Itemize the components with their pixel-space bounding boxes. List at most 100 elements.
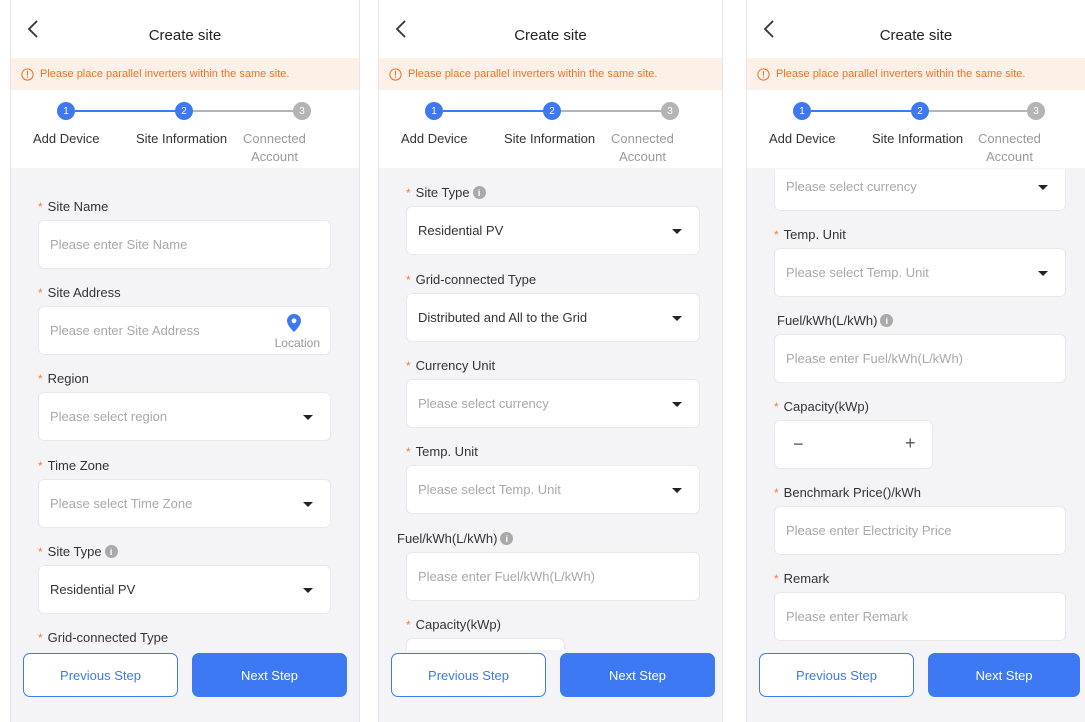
bottom-actions: Previous Step Next Step <box>379 650 722 722</box>
site-type-label: * Site Type i <box>406 185 486 200</box>
step-1-dot: 1 <box>425 102 443 120</box>
header: Create site Please place parallel invert… <box>11 0 359 168</box>
remark-input[interactable]: Please enter Remark <box>774 592 1066 641</box>
form-area: * Site Name Please enter Site Name * Site … <box>11 169 359 650</box>
caret-down-icon <box>1038 185 1048 190</box>
next-step-button[interactable]: Next Step <box>928 653 1080 697</box>
step-2-label: Site Information <box>136 131 228 146</box>
step-3-label: Connected Account <box>611 131 674 164</box>
fuel-label: Fuel/kWh(L/kWh) i <box>777 313 894 328</box>
warning-banner: Please place parallel inverters within t… <box>11 58 359 90</box>
info-circle-icon <box>757 67 770 81</box>
increment-button[interactable]: + <box>905 433 916 454</box>
screen-step2-middle: * Site Type i Residential PV * Grid-connect… <box>378 0 723 722</box>
navigation-bar: Create site <box>11 0 359 58</box>
step-3-label: Connected Account <box>243 131 306 164</box>
time-zone-select[interactable]: Please select Time Zone <box>38 479 331 528</box>
previous-step-button[interactable]: Previous Step <box>759 653 914 697</box>
remark-label: * Remark <box>774 571 830 586</box>
warning-banner: Please place parallel inverters within t… <box>747 58 1085 90</box>
step-2-dot: 2 <box>175 102 193 120</box>
page-title: Create site <box>514 27 587 44</box>
progress-stepper: 1 2 3 Add Device Site Information Connec… <box>379 90 722 168</box>
header: Create site Please place parallel invert… <box>747 0 1085 168</box>
capacity-label: * Capacity(kWp) <box>774 399 869 414</box>
caret-down-icon <box>672 229 682 234</box>
region-label: * Region <box>38 371 89 386</box>
benchmark-price-input[interactable]: Please enter Electricity Price <box>774 506 1066 555</box>
navigation-bar: Create site <box>747 0 1085 58</box>
site-name-input[interactable]: Please enter Site Name <box>38 220 331 269</box>
fuel-input[interactable]: Please enter Fuel/kWh(L/kWh) <box>406 552 700 601</box>
grid-type-select[interactable]: Distributed and All to the Grid <box>406 293 700 342</box>
step-2-dot: 2 <box>911 102 929 120</box>
step-2-dot: 2 <box>543 102 561 120</box>
step-3-label: Connected Account <box>978 131 1041 164</box>
next-step-button[interactable]: Next Step <box>192 653 347 697</box>
region-select[interactable]: Please select region <box>38 392 331 441</box>
site-name-label: * Site Name <box>38 199 109 214</box>
step-3-dot: 3 <box>293 102 311 120</box>
temp-unit-label: * Temp. Unit <box>406 444 478 459</box>
caret-down-icon <box>672 402 682 407</box>
site-address-label: * Site Address <box>38 285 121 300</box>
previous-step-button[interactable]: Previous Step <box>391 653 546 697</box>
info-circle-icon <box>21 67 34 81</box>
temp-unit-select[interactable]: Please select Temp. Unit <box>406 465 700 514</box>
step-2-label: Site Information <box>504 131 596 146</box>
benchmark-label: * Benchmark Price()/kWh <box>774 485 921 500</box>
site-type-select[interactable]: Residential PV <box>406 206 700 255</box>
step-1-label: Add Device <box>769 131 836 146</box>
site-type-label: * Site Type i <box>38 544 118 559</box>
step-1-dot: 1 <box>793 102 811 120</box>
form-area: * Site Type i Residential PV * Grid-connect… <box>379 169 722 650</box>
fuel-label: Fuel/kWh(L/kWh) i <box>397 531 514 546</box>
page-title: Create site <box>148 27 222 44</box>
progress-stepper: 1 2 3 Add Device Site Information Connec… <box>747 90 1085 168</box>
caret-down-icon <box>303 415 313 420</box>
time-zone-label: * Time Zone <box>38 458 110 473</box>
caret-down-icon <box>1038 271 1048 276</box>
location-pin-icon[interactable] <box>287 314 301 332</box>
step-1-dot: 1 <box>57 102 75 120</box>
capacity-stepper: − + <box>774 420 933 469</box>
header: Create site Please place parallel invert… <box>379 0 722 168</box>
currency-select[interactable]: Please select currency <box>406 379 700 428</box>
step-1-label: Add Device <box>401 131 468 146</box>
bottom-actions: Previous Step Next Step <box>11 650 359 722</box>
step-1-label: Add Device <box>33 131 100 146</box>
info-filled-icon[interactable]: i <box>500 532 514 545</box>
site-address-input[interactable]: Please enter Site Address Location <box>38 306 331 355</box>
bottom-actions: Previous Step Next Step <box>747 650 1085 722</box>
info-filled-icon[interactable]: i <box>880 314 894 327</box>
temp-unit-label: * Temp. Unit <box>774 227 846 242</box>
capacity-stepper[interactable] <box>406 638 565 650</box>
warning-banner: Please place parallel inverters within t… <box>379 58 722 90</box>
progress-stepper: 1 2 3 Add Device Site Information Connec… <box>11 90 359 168</box>
info-filled-icon[interactable]: i <box>472 186 486 199</box>
screen-step2-bottom: Please select currency * Temp. Unit Pleas… <box>746 0 1085 722</box>
page-title: Create site <box>879 27 953 44</box>
caret-down-icon <box>672 316 682 321</box>
step-3-dot: 3 <box>661 102 679 120</box>
temp-unit-select[interactable]: Please select Temp. Unit <box>774 248 1066 297</box>
capacity-label: * Capacity(kWp) <box>406 617 501 632</box>
info-filled-icon[interactable]: i <box>104 545 118 558</box>
grid-type-label: * Grid-connected Type <box>38 630 169 645</box>
next-step-button[interactable]: Next Step <box>560 653 715 697</box>
step-3-dot: 3 <box>1027 102 1045 120</box>
caret-down-icon <box>672 488 682 493</box>
fuel-input[interactable]: Please enter Fuel/kWh(L/kWh) <box>774 334 1066 383</box>
caret-down-icon <box>303 588 313 593</box>
location-button[interactable]: Location <box>275 336 320 350</box>
form-area: Please select currency * Temp. Unit Pleas… <box>747 169 1085 650</box>
currency-select[interactable]: Please select currency <box>774 169 1066 211</box>
navigation-bar: Create site <box>379 0 722 58</box>
info-circle-icon <box>389 67 402 81</box>
site-type-select[interactable]: Residential PV <box>38 565 331 614</box>
decrement-button[interactable]: − <box>793 434 804 455</box>
previous-step-button[interactable]: Previous Step <box>23 653 178 697</box>
grid-type-label: * Grid-connected Type <box>406 272 537 287</box>
caret-down-icon <box>303 502 313 507</box>
screen-step2-top: * Site Name Please enter Site Name * Site … <box>10 0 360 722</box>
